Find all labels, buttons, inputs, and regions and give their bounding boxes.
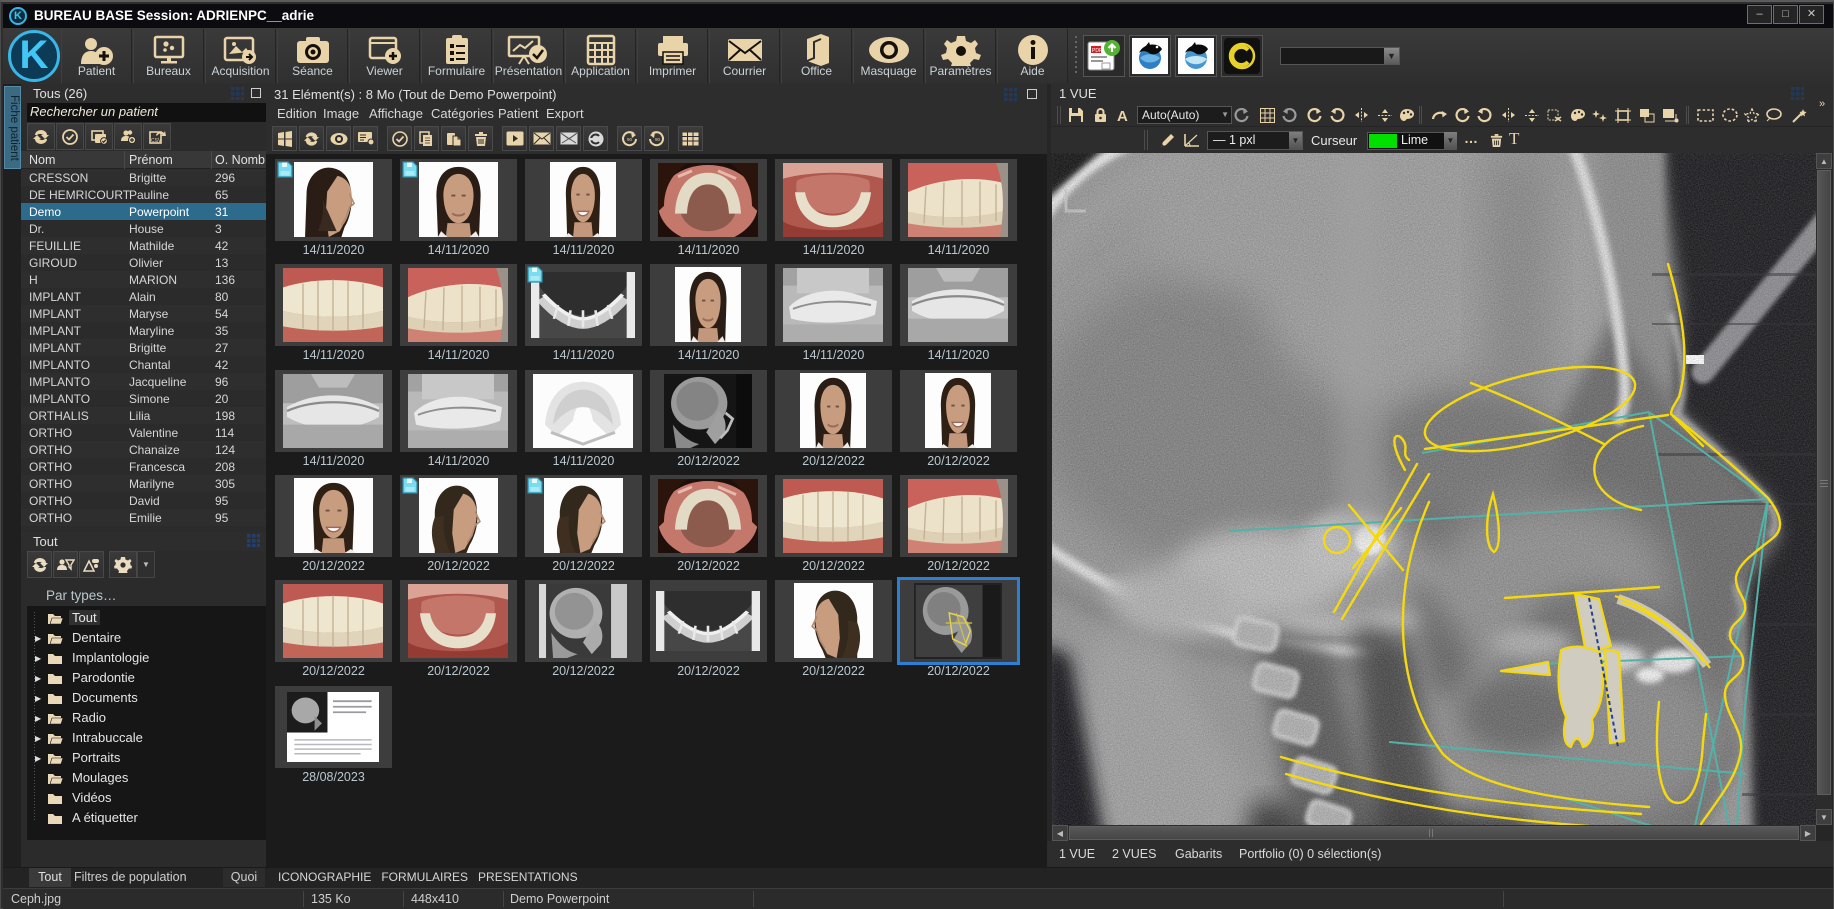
svg-text:CSV: CSV (151, 138, 162, 144)
svg-text:90: 90 (655, 137, 661, 142)
svg-text:90: 90 (627, 137, 633, 142)
svg-text:A: A (1117, 108, 1128, 123)
svg-text:PDF: PDF (1092, 48, 1102, 54)
